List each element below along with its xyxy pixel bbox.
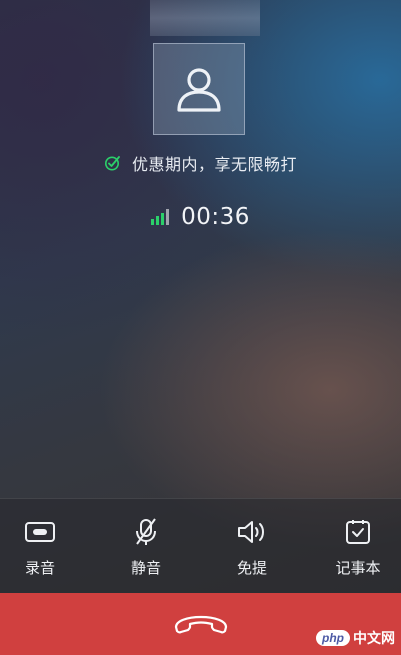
promo-text: 优惠期内，享无限畅打 — [131, 155, 297, 174]
speaker-label: 免提 — [236, 559, 267, 577]
watermark-text: 中文网 — [353, 630, 395, 646]
signal-bars-icon — [151, 209, 170, 225]
site-watermark: php 中文网 — [316, 627, 395, 649]
call-duration: 00:36 — [181, 204, 250, 230]
record-icon — [24, 517, 56, 547]
record-label: 录音 — [24, 559, 55, 577]
avatar — [153, 43, 245, 135]
mute-icon — [134, 517, 158, 547]
speaker-button[interactable]: 免提 — [212, 517, 292, 578]
call-timer: 00:36 — [0, 202, 401, 232]
contact-name-bar — [150, 0, 260, 36]
phone-hangup-icon — [174, 615, 227, 634]
notepad-button[interactable]: 记事本 — [318, 517, 398, 578]
notepad-label: 记事本 — [335, 559, 381, 577]
watermark-badge: php — [316, 630, 350, 646]
call-actions-bar: 录音 静音 免提 记事本 — [0, 498, 401, 593]
record-button[interactable]: 录音 — [0, 517, 80, 578]
speaker-icon — [236, 517, 268, 547]
check-icon — [104, 155, 120, 171]
person-icon — [177, 68, 221, 112]
mute-button[interactable]: 静音 — [106, 517, 186, 578]
mute-label: 静音 — [130, 559, 161, 577]
promo-line: 优惠期内，享无限畅打 — [0, 150, 401, 176]
incall-screen: 优惠期内，享无限畅打 00:36 录音 静音 免提 记事本 php 中文网 — [0, 0, 401, 655]
notepad-icon — [344, 517, 372, 547]
